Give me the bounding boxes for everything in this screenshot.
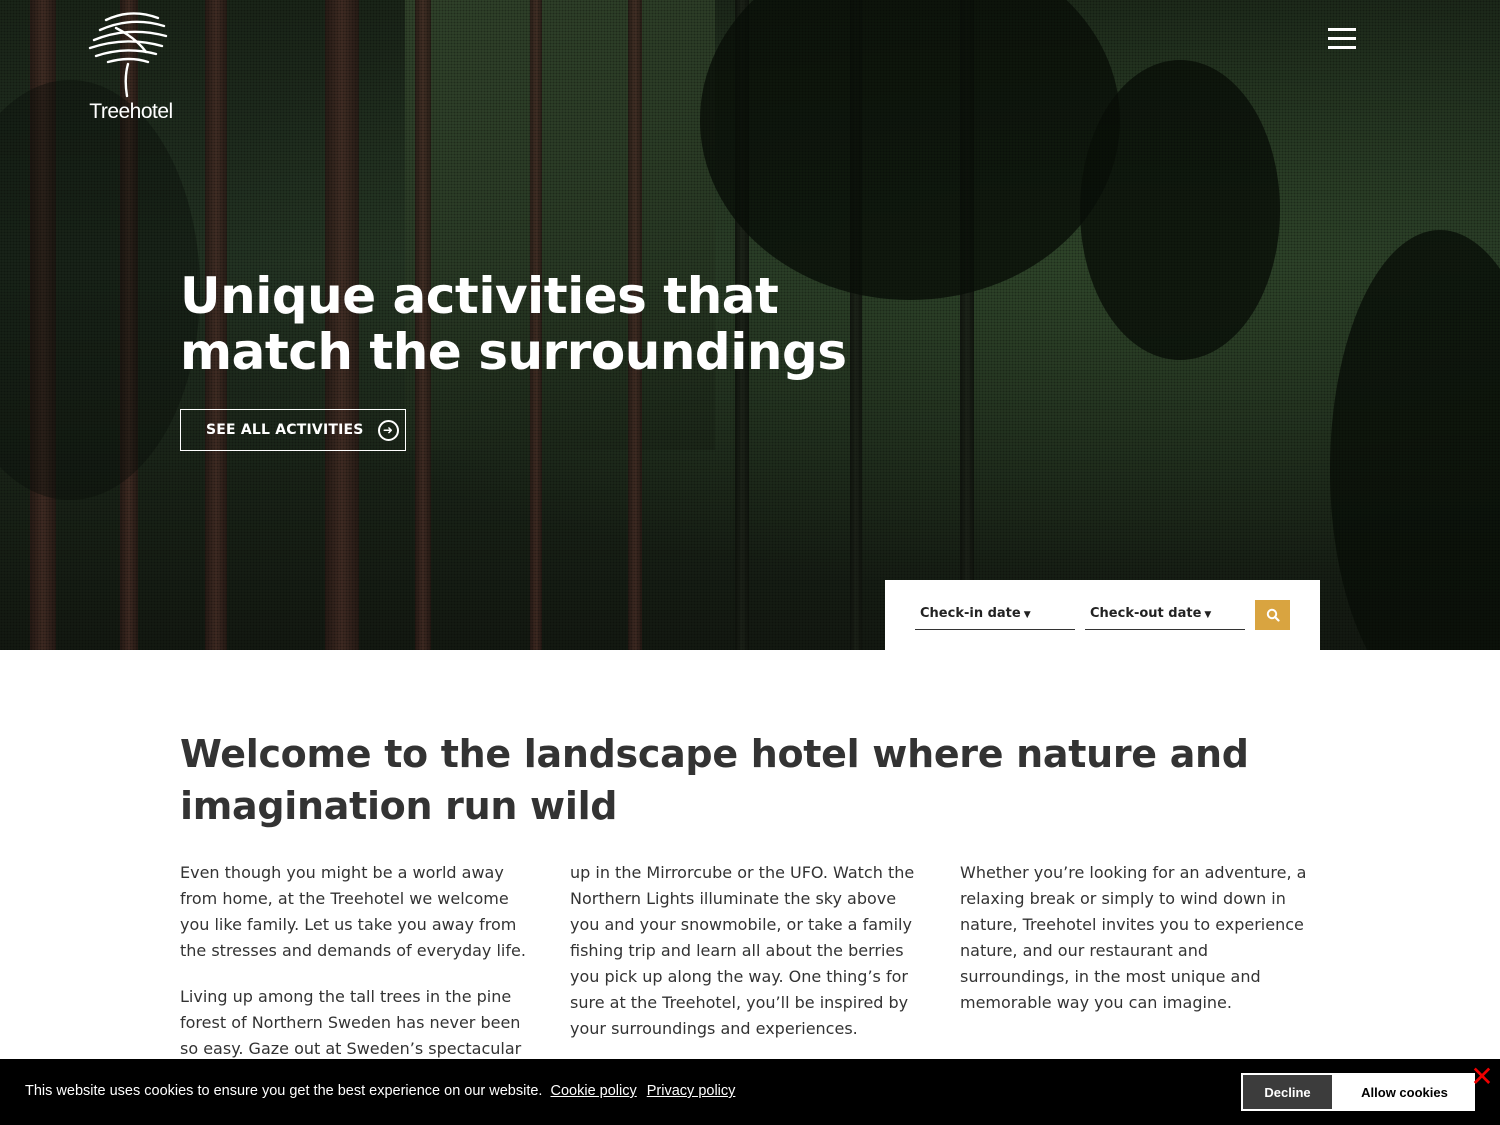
cookie-message-text: This website uses cookies to ensure you … (25, 1083, 543, 1099)
paragraph: Even though you might be a world away fr… (180, 863, 526, 960)
close-icon[interactable]: ✕ (1468, 1063, 1496, 1091)
caret-down-icon: ▼ (1204, 610, 1212, 620)
checkout-date-dropdown[interactable]: Check-out date ▼ (1085, 606, 1245, 630)
privacy-policy-link[interactable]: Privacy policy (647, 1083, 736, 1099)
cookie-consent-bar: This website uses cookies to ensure you … (0, 1059, 1500, 1125)
content-column-2: up in the Mirrorcube or the UFO. Watch t… (570, 860, 930, 1062)
hero-section: Treehotel Unique activities that match t… (0, 0, 1500, 650)
tree-logo-icon (88, 12, 168, 98)
decline-cookies-button[interactable]: Decline (1241, 1073, 1334, 1111)
treehotel-logo[interactable]: Treehotel (86, 8, 176, 123)
checkin-label: Check-in date (920, 606, 1021, 621)
hamburger-menu-icon[interactable] (1328, 28, 1356, 52)
search-button[interactable] (1255, 600, 1290, 630)
paragraph: up in the Mirrorcube or the UFO. Watch t… (570, 863, 915, 1038)
arrow-circle-right-icon: ➜ (377, 419, 399, 441)
caret-down-icon: ▼ (1023, 610, 1031, 620)
hero-title: Unique activities that match the surroun… (180, 267, 847, 381)
cookie-policy-link[interactable]: Cookie policy (551, 1083, 637, 1099)
cta-label: SEE ALL ACTIVITIES (206, 422, 364, 438)
logo-text: Treehotel (89, 100, 173, 123)
checkout-label: Check-out date (1090, 606, 1202, 621)
booking-widget: Check-in date ▼ Check-out date ▼ (885, 580, 1320, 650)
content-column-3: Whether you’re looking for an adventure,… (960, 860, 1320, 1036)
paragraph: Whether you’re looking for an adventure,… (960, 863, 1307, 1012)
checkin-date-dropdown[interactable]: Check-in date ▼ (915, 606, 1075, 630)
welcome-heading: Welcome to the landscape hotel where nat… (180, 732, 1249, 828)
cookie-message: This website uses cookies to ensure you … (25, 1083, 735, 1099)
see-all-activities-button[interactable]: SEE ALL ACTIVITIES ➜ (180, 409, 406, 451)
search-icon (1266, 608, 1280, 622)
allow-cookies-button[interactable]: Allow cookies (1334, 1073, 1475, 1111)
